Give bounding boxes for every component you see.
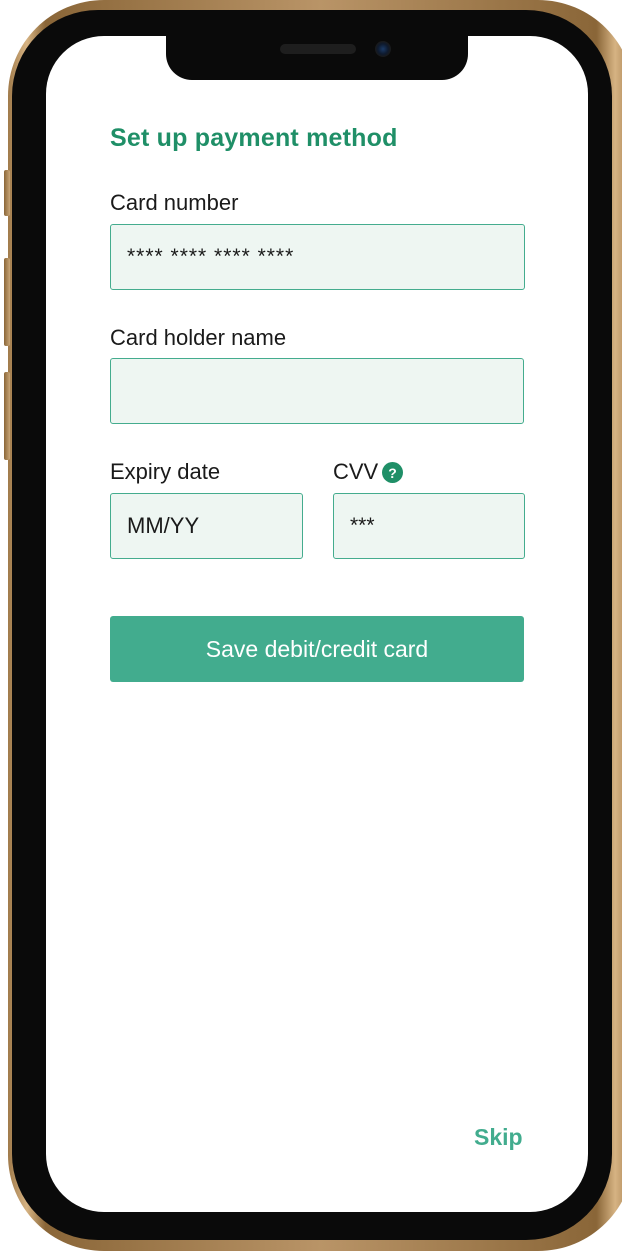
volume-up-button <box>4 258 10 346</box>
card-holder-label: Card holder name <box>110 325 287 350</box>
cvv-input[interactable]: *** <box>333 493 525 559</box>
card-number-input[interactable]: **** **** **** **** <box>110 224 525 290</box>
page-title: Set up payment method <box>110 124 398 152</box>
volume-down-button <box>4 372 10 460</box>
skip-link[interactable]: Skip <box>474 1124 523 1151</box>
expiry-date-label: Expiry date <box>110 459 221 484</box>
card-holder-input[interactable] <box>110 358 524 424</box>
help-icon[interactable]: ? <box>382 462 403 483</box>
mute-switch <box>4 170 10 216</box>
notch <box>166 36 468 80</box>
cvv-label: CVV <box>333 459 379 484</box>
card-number-label: Card number <box>110 190 239 215</box>
front-camera-icon <box>375 41 391 57</box>
speaker-grille <box>280 44 356 54</box>
save-card-button[interactable]: Save debit/credit card <box>110 616 524 682</box>
expiry-date-input[interactable]: MM/YY <box>110 493 303 559</box>
